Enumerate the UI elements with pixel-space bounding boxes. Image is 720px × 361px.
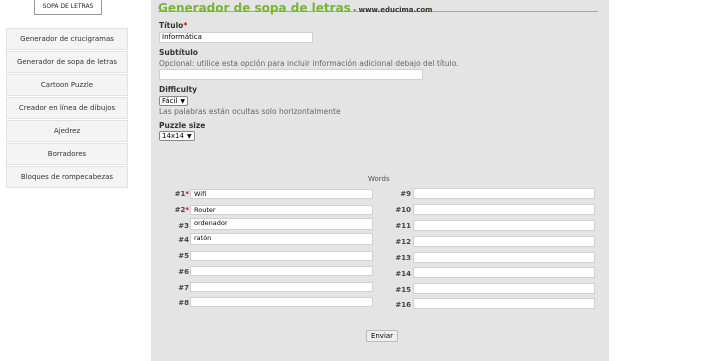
word-input-1[interactable]: Wifi [190, 189, 373, 199]
size-label: Puzzle size [159, 121, 206, 130]
word-input-12[interactable] [413, 236, 595, 247]
word-number: #3 [178, 222, 189, 230]
sidebar-item-drawing[interactable]: Creador en línea de dibujos [6, 97, 128, 119]
word-number: #10 [395, 206, 411, 214]
page-title-suffix: - www.educima.com [350, 6, 433, 14]
word-input-8[interactable] [190, 297, 373, 307]
word-number: #13 [395, 254, 411, 262]
page-title: Generador de sopa de letras [158, 1, 351, 15]
main-panel: Generador de sopa de letras - www.educim… [151, 0, 609, 361]
chevron-down-icon: ▼ [180, 98, 186, 105]
required-mark: * [183, 21, 188, 30]
word-input-9[interactable] [413, 188, 595, 199]
word-input-4[interactable]: ratón [190, 233, 373, 245]
word-input-15[interactable] [413, 283, 595, 294]
difficulty-value: Fácil [162, 97, 178, 105]
difficulty-hint: Las palabras están ocultas solo horizont… [159, 107, 341, 116]
word-number: #7 [178, 284, 189, 292]
word-input-3[interactable]: ordenador [190, 218, 373, 230]
subtitle-label: Subtítulo [159, 48, 198, 57]
word-number: #4 [178, 236, 189, 244]
word-number: #15 [395, 286, 411, 294]
page-header: Generador de sopa de letras - www.educim… [158, 0, 598, 15]
sidebar: Generador de crucigramas Generador de so… [6, 28, 128, 189]
difficulty-label: Difficulty [159, 85, 197, 94]
word-input-10[interactable] [413, 204, 595, 215]
subtitle-input[interactable] [159, 69, 423, 80]
sidebar-item-wordsearch[interactable]: Generador de sopa de letras [6, 51, 128, 73]
word-input-14[interactable] [413, 267, 595, 278]
title-label-text: Título [159, 21, 184, 30]
subtitle-hint: Opcional: utilice esta opción para inclu… [159, 59, 459, 68]
word-number: #6 [178, 268, 189, 276]
size-value: 14x14 [162, 132, 184, 140]
word-number: #8 [178, 299, 189, 307]
word-number: #1* [174, 190, 189, 198]
title-label: Título* [159, 21, 187, 30]
word-number: #5 [178, 252, 189, 260]
word-number: #14 [395, 270, 411, 278]
difficulty-select[interactable]: Fácil ▼ [159, 96, 189, 106]
sidebar-item-crosswords[interactable]: Generador de crucigramas [6, 28, 128, 50]
word-input-7[interactable] [190, 282, 373, 292]
logo[interactable]: SOPA DE LETRAS [34, 0, 102, 15]
chevron-down-icon: ▼ [186, 133, 192, 140]
word-input-16[interactable] [413, 298, 595, 309]
title-input[interactable]: Informática [159, 32, 313, 43]
word-number: #12 [395, 238, 411, 246]
sidebar-item-checkers[interactable]: Borradores [6, 143, 128, 165]
word-number: #9 [400, 190, 411, 198]
word-input-5[interactable] [190, 251, 373, 261]
word-number: #2* [174, 206, 189, 214]
word-input-2[interactable]: Router [190, 205, 373, 215]
submit-button[interactable]: Enviar [366, 330, 398, 342]
word-input-13[interactable] [413, 252, 595, 263]
word-number: #16 [395, 301, 411, 309]
sidebar-item-cartoon-puzzle[interactable]: Cartoon Puzzle [6, 74, 128, 96]
word-input-6[interactable] [190, 266, 373, 276]
word-number: #11 [395, 222, 411, 230]
word-input-11[interactable] [413, 220, 595, 231]
size-select[interactable]: 14x14 ▼ [159, 131, 195, 141]
words-title: Words [368, 175, 390, 183]
sidebar-item-jigsaw[interactable]: Bloques de rompecabezas [6, 166, 128, 188]
sidebar-item-chess[interactable]: Ajedrez [6, 120, 128, 142]
